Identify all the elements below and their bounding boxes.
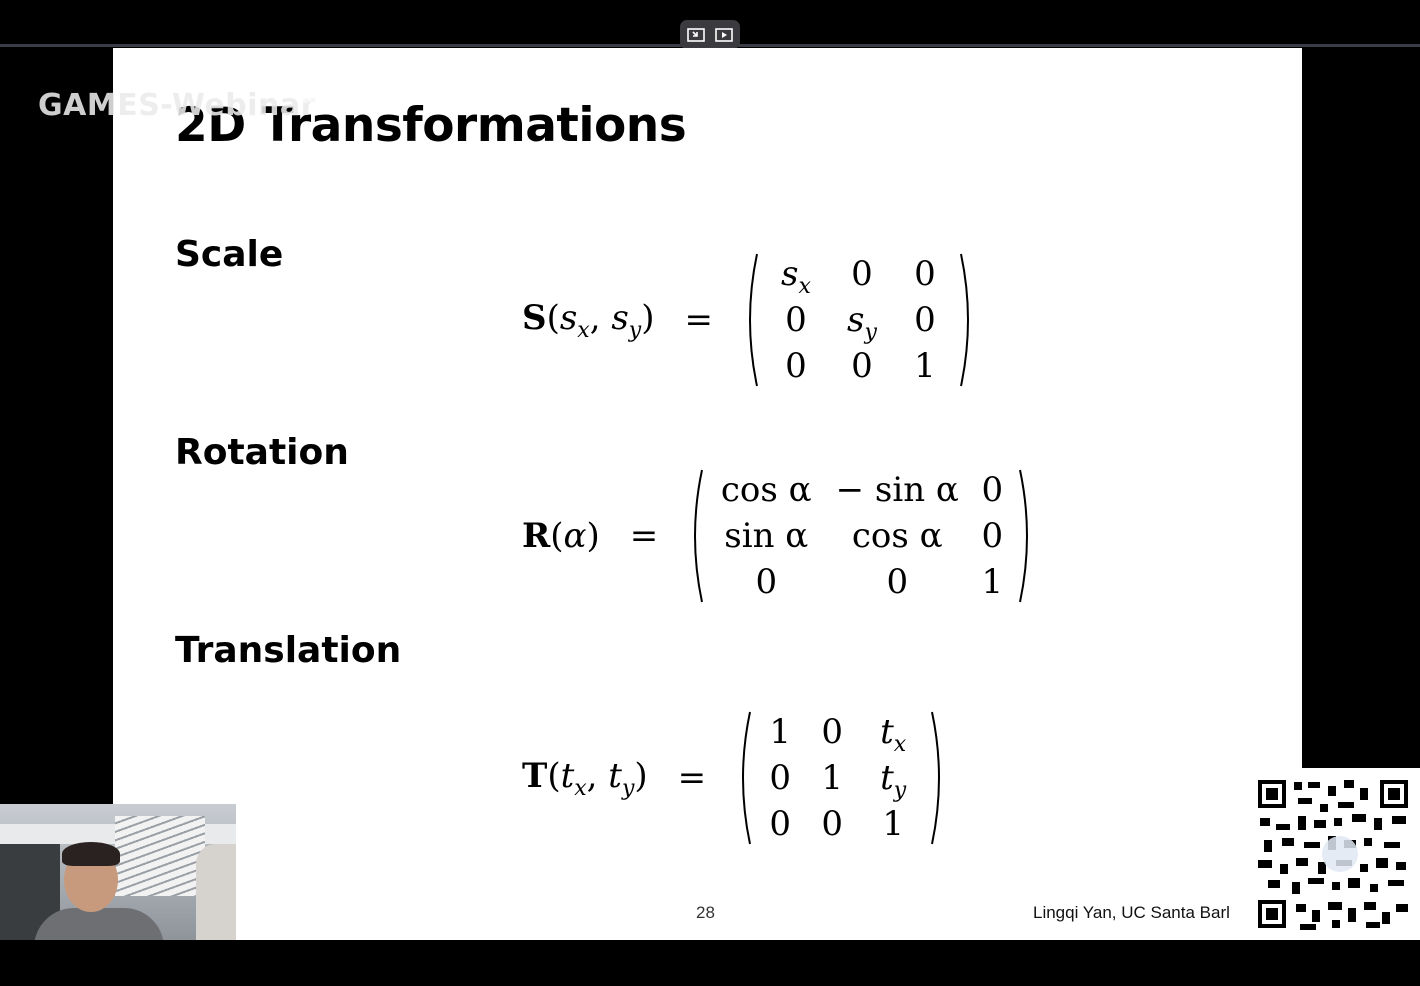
webcam-feed <box>0 804 236 940</box>
translation-lhs: T(tx, ty) <box>522 755 648 801</box>
right-strip <box>1302 48 1420 768</box>
bottom-bar <box>0 940 1420 986</box>
bilibili-logo: bilibili <box>300 72 419 112</box>
scale-matrix: sx 0 0 0 sy 0 001 <box>743 252 975 388</box>
section-rotation: Rotation <box>175 432 349 473</box>
rotation-matrix: cos α − sin α0 sin α cos α0 001 <box>688 468 1034 604</box>
qr-code-icon <box>1248 768 1420 940</box>
page-number: 28 <box>696 903 715 922</box>
watermark-text: GAMES-Webinar <box>38 88 316 123</box>
qr-code <box>1248 768 1420 940</box>
translation-equation: T(tx, ty) = 1 0 tx 0 1 ty 001 <box>522 710 946 846</box>
play-settings-icon[interactable] <box>713 25 735 45</box>
rotation-lhs: R(α) <box>522 516 600 556</box>
section-translation: Translation <box>175 630 402 671</box>
rotation-equation: R(α) = cos α − sin α0 sin α cos α0 001 <box>522 468 1034 604</box>
scale-equation: S(sx, sy) = sx 0 0 0 sy 0 001 <box>522 252 975 388</box>
scale-lhs: S(sx, sy) <box>522 297 655 343</box>
slide-credit: Lingqi Yan, UC Santa Barl <box>1033 903 1230 922</box>
section-scale: Scale <box>175 234 284 275</box>
player-controls <box>680 20 740 49</box>
translation-matrix: 1 0 tx 0 1 ty 001 <box>736 710 946 846</box>
exit-fullscreen-icon[interactable] <box>685 25 707 45</box>
